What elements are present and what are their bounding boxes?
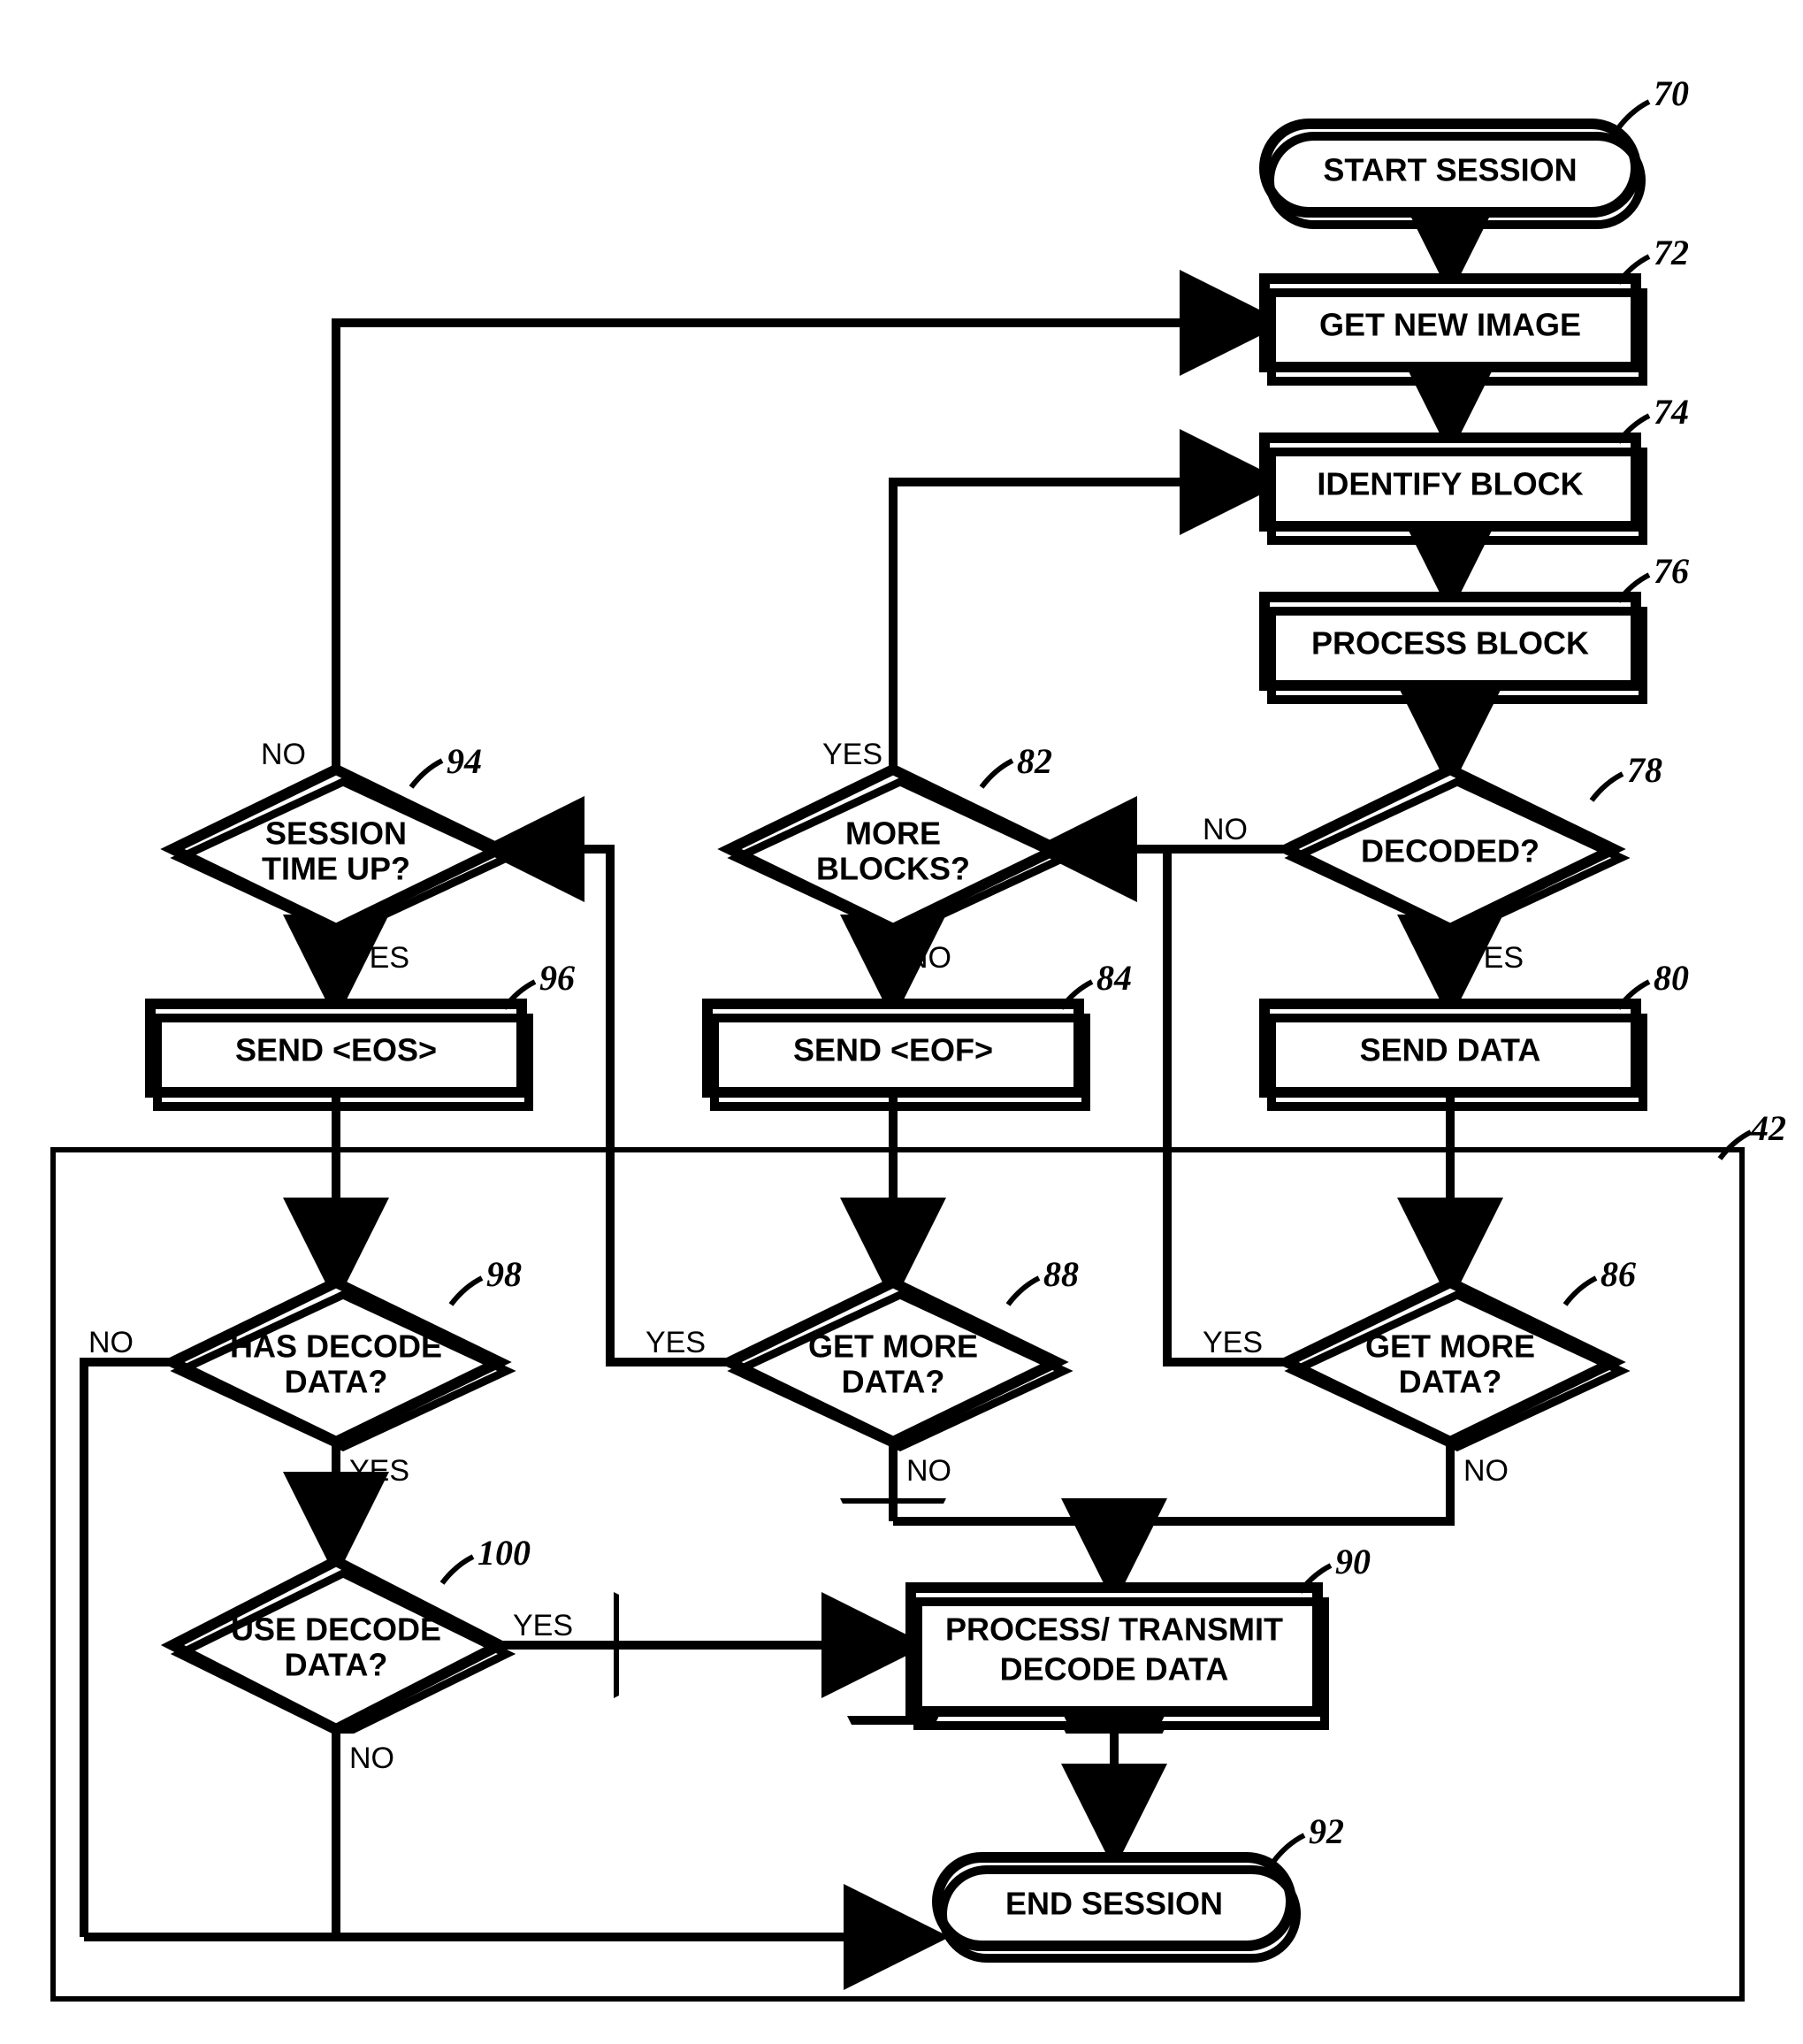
node-label: DECODED?: [1361, 833, 1539, 869]
ref-label: 94: [447, 741, 482, 781]
branch-label: NO: [88, 1326, 134, 1359]
node-label: DATA?: [285, 1647, 388, 1683]
node-send-eof: SEND <EOF> 84: [707, 958, 1132, 1106]
ref-label: 82: [1017, 741, 1052, 781]
node-label: GET MORE: [808, 1328, 978, 1365]
ref-label: 72: [1654, 233, 1689, 272]
ref-label: 98: [486, 1254, 522, 1294]
ref-label: 92: [1309, 1811, 1344, 1851]
node-process-block: PROCESS BLOCK 76: [1264, 551, 1689, 700]
node-identify-block: IDENTIFY BLOCK 74: [1264, 392, 1689, 540]
node-label: DATA?: [842, 1364, 945, 1400]
branch-label: YES: [822, 738, 882, 771]
node-get-more-data-88: GET MORE DATA? 88: [730, 1254, 1079, 1447]
node-label: PROCESS/ TRANSMIT: [945, 1611, 1283, 1648]
branch-label: NO: [906, 1454, 951, 1488]
ref-label: 90: [1335, 1542, 1371, 1581]
ref-label: 76: [1654, 551, 1689, 591]
ref-label: 86: [1601, 1254, 1636, 1294]
node-label: PROCESS BLOCK: [1311, 625, 1589, 662]
branch-label: NO: [261, 738, 306, 771]
node-label: DATA?: [1399, 1364, 1502, 1400]
node-label: BLOCKS?: [816, 851, 970, 887]
node-label: SEND <EOF>: [793, 1032, 993, 1068]
branch-label: YES: [646, 1326, 706, 1359]
node-use-decode-data: USE DECODE DATA? 100: [172, 1533, 531, 1734]
node-label: GET MORE: [1365, 1328, 1535, 1365]
ref-label: 100: [477, 1533, 531, 1573]
branch-label: NO: [1203, 813, 1248, 846]
ref-label: 80: [1654, 958, 1689, 998]
node-start-session: START SESSION 70: [1264, 73, 1689, 225]
branch-label: NO: [906, 941, 951, 975]
branch-label: YES: [349, 1454, 409, 1488]
node-label: SESSION: [265, 815, 407, 852]
node-label: DECODE DATA: [1000, 1651, 1229, 1688]
node-get-more-data-86: GET MORE DATA? 86: [1287, 1254, 1636, 1447]
branch-label: NO: [349, 1742, 394, 1775]
node-label: START SESSION: [1323, 152, 1577, 188]
node-has-decode-data: HAS DECODE DATA? 98: [172, 1254, 522, 1447]
node-label: TIME UP?: [262, 851, 410, 887]
node-label: SEND DATA: [1360, 1032, 1541, 1068]
ref-label: 84: [1096, 958, 1132, 998]
ref-label: 70: [1654, 73, 1689, 113]
ref-label: 42: [1750, 1108, 1786, 1148]
ref-label: 78: [1627, 750, 1662, 790]
branch-label: YES: [349, 941, 409, 975]
node-label: GET NEW IMAGE: [1319, 307, 1581, 343]
node-label: USE DECODE: [231, 1611, 441, 1648]
node-decoded: DECODED? 78: [1287, 750, 1662, 934]
flowchart: START SESSION 70 GET NEW IMAGE 72 IDENTI…: [0, 0, 1803, 2044]
node-label: HAS DECODE: [230, 1328, 442, 1365]
ref-label: 88: [1043, 1254, 1079, 1294]
node-label: IDENTIFY BLOCK: [1317, 466, 1583, 502]
branch-label: YES: [1203, 1326, 1263, 1359]
branch-label: NO: [1463, 1454, 1509, 1488]
node-label: MORE: [845, 815, 941, 852]
node-send-data: SEND DATA 80: [1264, 958, 1689, 1106]
node-send-eos: SEND <EOS> 96: [150, 958, 575, 1106]
branch-label: YES: [513, 1609, 573, 1642]
ref-label: 74: [1654, 392, 1689, 432]
node-label: SEND <EOS>: [235, 1032, 437, 1068]
node-session-time-up: SESSION TIME UP? 94: [172, 741, 507, 934]
branch-label: YES: [1463, 941, 1524, 975]
ref-label: 96: [539, 958, 575, 998]
node-label: DATA?: [285, 1364, 388, 1400]
node-more-blocks: MORE BLOCKS? 82: [730, 741, 1064, 934]
node-label: END SESSION: [1005, 1886, 1223, 1922]
node-get-new-image: GET NEW IMAGE 72: [1264, 233, 1689, 381]
